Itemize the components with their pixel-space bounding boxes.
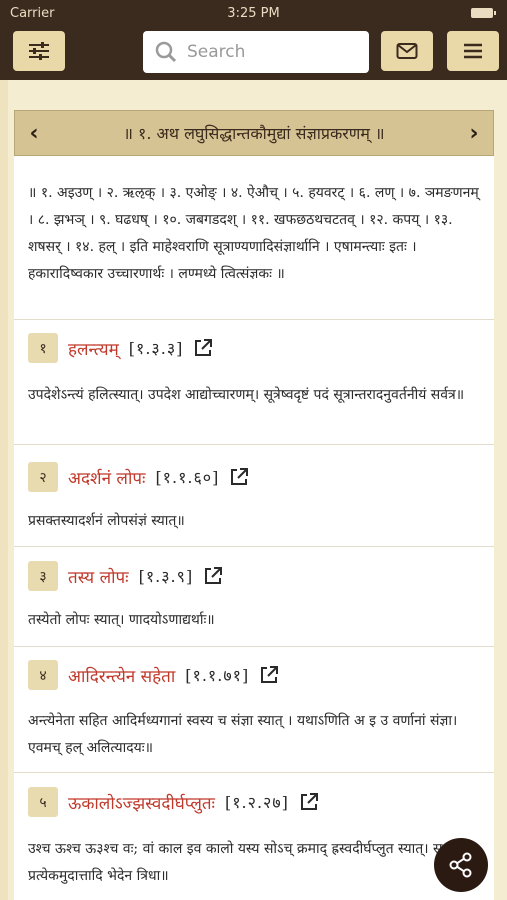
divider bbox=[14, 646, 494, 647]
sutra-text: अन्त्येनेता सहित आदिर्मध्यगानां स्वस्य च… bbox=[28, 713, 458, 756]
sutra-number: ५ bbox=[28, 787, 58, 817]
sutra-text: तस्येतो लोपः स्यात्। णादयोऽणाद्यर्थाः॥ bbox=[28, 612, 215, 628]
content-panel: ‹ ॥ १. अथ लघुसिद्धान्तकौमुद्यां संज्ञाप्… bbox=[14, 110, 494, 900]
sutra-header: १ हलन्त्यम् [१.३.३] bbox=[28, 333, 213, 363]
sutra-reference: [१.२.२७] bbox=[224, 793, 289, 812]
sutra-name[interactable]: अदर्शनं लोपः bbox=[68, 466, 145, 489]
filter-settings-button[interactable] bbox=[13, 31, 65, 71]
search-icon bbox=[155, 41, 177, 63]
sutra-name[interactable]: तस्य लोपः bbox=[68, 565, 129, 588]
menu-button[interactable] bbox=[447, 31, 499, 71]
chapter-header: ‹ ॥ १. अथ लघुसिद्धान्तकौमुद्यां संज्ञाप्… bbox=[14, 110, 494, 156]
status-bar: Carrier 3:25 PM bbox=[0, 0, 507, 26]
divider bbox=[14, 546, 494, 547]
share-button[interactable] bbox=[434, 838, 488, 892]
sutra-text: उश्च ऊश्च ऊ३श्च वः; वां काल इव कालो यस्य… bbox=[28, 841, 443, 884]
left-margin bbox=[0, 80, 8, 900]
external-link-icon[interactable] bbox=[229, 467, 249, 487]
mail-button[interactable] bbox=[381, 31, 433, 71]
divider bbox=[14, 319, 494, 320]
sutra-reference: [१.१.६०] bbox=[155, 468, 220, 487]
external-link-icon[interactable] bbox=[193, 338, 213, 358]
status-time: 3:25 PM bbox=[227, 6, 280, 21]
hamburger-icon bbox=[464, 43, 482, 59]
sliders-icon bbox=[29, 42, 49, 60]
external-link-icon[interactable] bbox=[299, 792, 319, 812]
chevron-right-icon[interactable]: › bbox=[455, 121, 493, 146]
sutra-header: २ अदर्शनं लोपः [१.१.६०] bbox=[28, 462, 249, 492]
sutra-name[interactable]: आदिरन्त्येन सहेता bbox=[68, 664, 175, 687]
sutra-name[interactable]: ऊकालोऽज्झस्वदीर्घप्लुतः bbox=[68, 791, 215, 814]
sutra-header: ४ आदिरन्त्येन सहेता [१.१.७१] bbox=[28, 660, 279, 690]
chevron-left-icon[interactable]: ‹ bbox=[15, 121, 53, 146]
sutra-name[interactable]: हलन्त्यम् bbox=[68, 337, 119, 360]
sutra-text: प्रसक्तस्यादर्शनं लोपसंज्ञं स्यात्॥ bbox=[28, 513, 185, 529]
sutra-header: ३ तस्य लोपः [१.३.९] bbox=[28, 561, 223, 591]
sutra-number: ४ bbox=[28, 660, 58, 690]
external-link-icon[interactable] bbox=[203, 566, 223, 586]
sutra-number: १ bbox=[28, 333, 58, 363]
sutra-text: उपदेशेऽन्त्यं हलित्स्यात्। उपदेश आद्योच्… bbox=[28, 387, 465, 403]
divider bbox=[14, 772, 494, 773]
sutra-reference: [१.३.३] bbox=[128, 339, 184, 358]
sutra-header: ५ ऊकालोऽज्झस्वदीर्घप्लुतः [१.२.२७] bbox=[28, 787, 319, 817]
search-box[interactable] bbox=[143, 31, 369, 73]
search-input[interactable] bbox=[185, 41, 359, 63]
sutra-number: ३ bbox=[28, 561, 58, 591]
intro-text: ॥ १. अइउण् । २. ऋऌक् । ३. एओङ् । ४. ऐऔच्… bbox=[28, 185, 479, 282]
share-icon bbox=[449, 852, 472, 878]
sutra-reference: [१.३.९] bbox=[138, 567, 194, 586]
external-link-icon[interactable] bbox=[259, 665, 279, 685]
sutra-reference: [१.१.७१] bbox=[185, 666, 250, 685]
divider bbox=[14, 444, 494, 445]
battery-icon bbox=[471, 8, 496, 18]
sutra-number: २ bbox=[28, 462, 58, 492]
envelope-icon bbox=[396, 43, 418, 59]
chapter-title: ॥ १. अथ लघुसिद्धान्तकौमुद्यां संज्ञाप्रक… bbox=[123, 124, 385, 143]
